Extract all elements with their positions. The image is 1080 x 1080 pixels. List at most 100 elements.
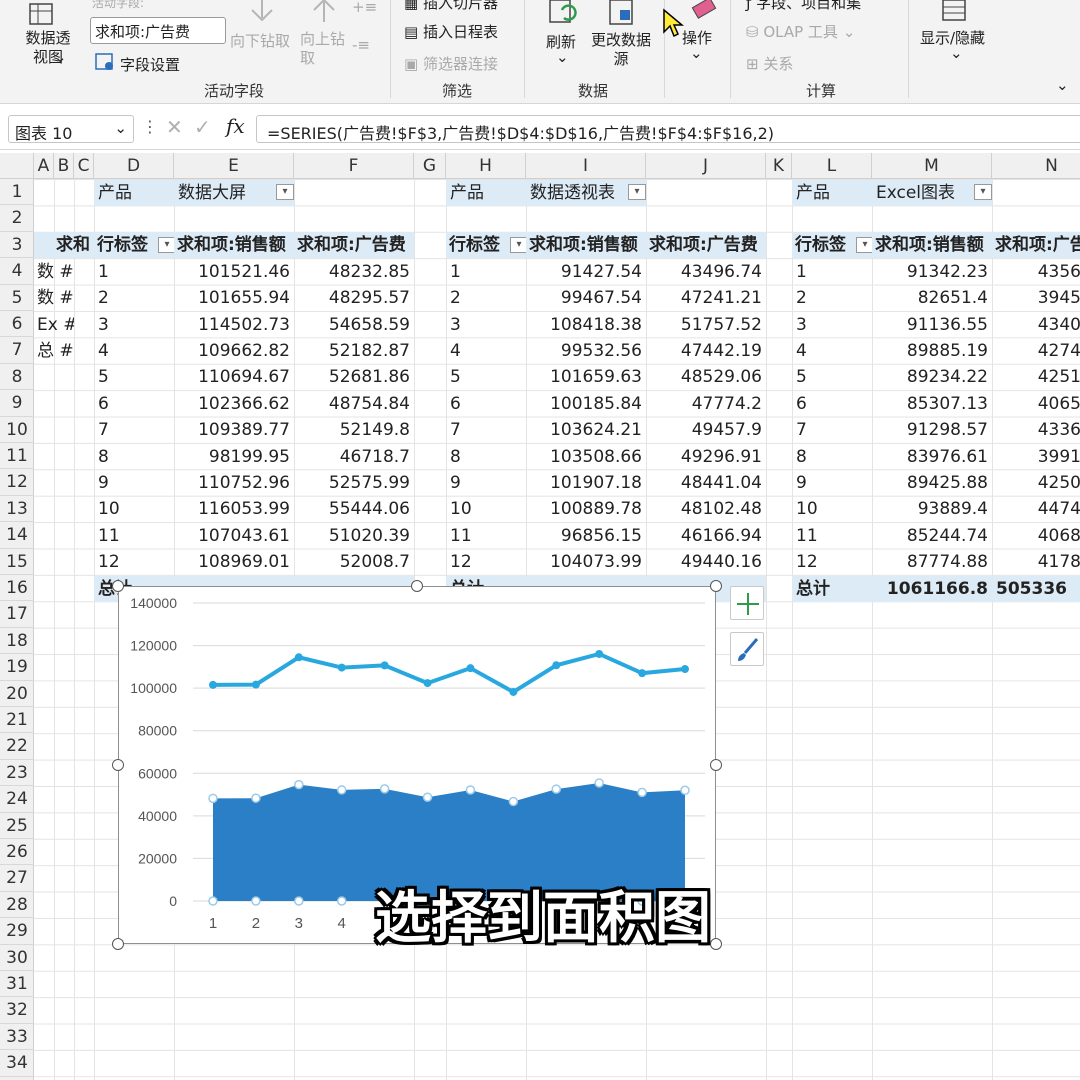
row-label[interactable]: 10 (792, 496, 872, 522)
ads-value[interactable]: 49440.16 (646, 549, 766, 575)
row-label[interactable]: 6 (792, 391, 872, 417)
row-header[interactable]: 34 (0, 1050, 34, 1077)
row-label[interactable]: 9 (792, 470, 872, 496)
left-row-item[interactable]: 数 # (34, 259, 74, 285)
row-header[interactable]: 13 (0, 496, 34, 523)
column-header[interactable]: C (74, 153, 94, 179)
ads-value[interactable]: 43364.1 (992, 417, 1080, 443)
row-header[interactable]: 11 (0, 443, 34, 470)
total-label[interactable]: 总计 (792, 575, 872, 602)
row-label[interactable]: 11 (446, 523, 526, 549)
row-header[interactable]: 25 (0, 813, 34, 839)
sales-value[interactable]: 101655.94 (174, 285, 294, 311)
left-row-item[interactable]: Ex # (34, 312, 74, 338)
sales-value[interactable]: 101907.18 (526, 470, 646, 496)
column-header[interactable]: L (792, 153, 872, 179)
active-field-input[interactable]: 求和项:广告费 (90, 17, 226, 44)
row-label[interactable]: 10 (446, 496, 526, 522)
ads-value[interactable]: 42507.2 (992, 470, 1080, 496)
column-header[interactable]: I (526, 153, 646, 179)
ads-value[interactable]: 54658.59 (294, 312, 414, 338)
column-header[interactable]: A (34, 153, 54, 179)
total-sales[interactable]: 1061166.8 (872, 575, 992, 602)
filter-dropdown-icon[interactable]: ▾ (276, 184, 294, 200)
row-header[interactable]: 32 (0, 997, 34, 1024)
change-source-button[interactable]: 更改数据源 (590, 31, 652, 69)
sales-value[interactable]: 91136.55 (872, 312, 992, 338)
total-ads[interactable]: 505336 (992, 575, 1080, 602)
row-header[interactable]: 18 (0, 628, 34, 655)
sales-value[interactable]: 98199.95 (174, 444, 294, 470)
row-header[interactable]: 21 (0, 707, 34, 734)
sales-value[interactable]: 108418.38 (526, 312, 646, 338)
row-header[interactable]: 24 (0, 786, 34, 813)
row-header[interactable]: 16 (0, 575, 34, 602)
row-label[interactable]: 7 (446, 417, 526, 443)
ads-value[interactable]: 40687.5 (992, 523, 1080, 549)
ads-value[interactable]: 44740.0 (992, 496, 1080, 522)
column-header-sales[interactable]: 求和项:销售额 (174, 232, 294, 259)
row-header[interactable]: 17 (0, 601, 34, 628)
ads-value[interactable]: 39452.6 (992, 285, 1080, 311)
ads-value[interactable]: 48754.84 (294, 391, 414, 417)
column-header[interactable]: F (294, 153, 414, 179)
row-header[interactable]: 30 (0, 945, 34, 971)
column-header[interactable]: M (872, 153, 992, 179)
row-header[interactable]: 15 (0, 549, 34, 575)
sales-value[interactable]: 83976.61 (872, 444, 992, 470)
row-label[interactable]: 5 (94, 364, 174, 390)
row-label[interactable]: 8 (94, 444, 174, 470)
ads-value[interactable]: 52149.8 (294, 417, 414, 443)
resize-handle[interactable] (112, 580, 124, 592)
row-header[interactable]: 26 (0, 839, 34, 866)
sales-value[interactable]: 87774.88 (872, 549, 992, 575)
sales-value[interactable]: 108969.01 (174, 549, 294, 575)
row-header[interactable]: 8 (0, 364, 34, 391)
sales-value[interactable]: 109662.82 (174, 338, 294, 364)
ads-value[interactable]: 43567.6 (992, 259, 1080, 285)
sales-value[interactable]: 102366.62 (174, 391, 294, 417)
sales-value[interactable]: 110694.67 (174, 364, 294, 390)
row-label[interactable]: 4 (792, 338, 872, 364)
column-header[interactable]: B (54, 153, 74, 179)
row-header[interactable]: 29 (0, 918, 34, 945)
row-label[interactable]: 9 (94, 470, 174, 496)
sales-value[interactable]: 104073.99 (526, 549, 646, 575)
product-filter-label[interactable]: 产品 (446, 179, 526, 206)
row-label[interactable]: 7 (94, 417, 174, 443)
row-label[interactable]: 6 (94, 391, 174, 417)
row-label[interactable]: 3 (446, 312, 526, 338)
ads-value[interactable]: 47442.19 (646, 338, 766, 364)
ads-value[interactable]: 47241.21 (646, 285, 766, 311)
column-header-sales[interactable]: 求和项:销售额 (526, 232, 646, 259)
row-label[interactable]: 1 (792, 259, 872, 285)
left-row-item[interactable]: 数 # (34, 285, 74, 311)
resize-handle[interactable] (112, 759, 124, 771)
select-all-corner[interactable] (0, 153, 34, 179)
row-header[interactable]: 1 (0, 179, 34, 206)
sales-value[interactable]: 99467.54 (526, 285, 646, 311)
sales-value[interactable]: 91298.57 (872, 417, 992, 443)
relationships-button[interactable]: ⊞ 关系 (746, 53, 793, 74)
row-header[interactable]: 23 (0, 760, 34, 787)
ads-value[interactable]: 48232.85 (294, 259, 414, 285)
ads-value[interactable]: 49457.9 (646, 417, 766, 443)
sales-value[interactable]: 89234.22 (872, 364, 992, 390)
ads-value[interactable]: 46718.7 (294, 444, 414, 470)
expand-field-icon[interactable]: +≡ (352, 0, 377, 16)
row-label-header[interactable]: 求和 (34, 232, 94, 258)
row-header[interactable]: 12 (0, 469, 34, 496)
ads-value[interactable]: 52182.87 (294, 338, 414, 364)
row-header[interactable]: 22 (0, 733, 34, 760)
row-header[interactable]: 5 (0, 285, 34, 311)
sales-value[interactable]: 114502.73 (174, 312, 294, 338)
field-settings-button[interactable]: 字段设置 (120, 54, 180, 75)
collapse-ribbon-icon[interactable]: ⌄ (1056, 76, 1069, 94)
row-label[interactable]: 3 (94, 312, 174, 338)
row-header[interactable]: 14 (0, 522, 34, 549)
left-row-item[interactable]: 总 # (34, 338, 74, 364)
row-header[interactable]: 9 (0, 390, 34, 417)
row-label[interactable]: 4 (94, 338, 174, 364)
row-header[interactable]: 2 (0, 205, 34, 232)
sales-value[interactable]: 91342.23 (872, 259, 992, 285)
